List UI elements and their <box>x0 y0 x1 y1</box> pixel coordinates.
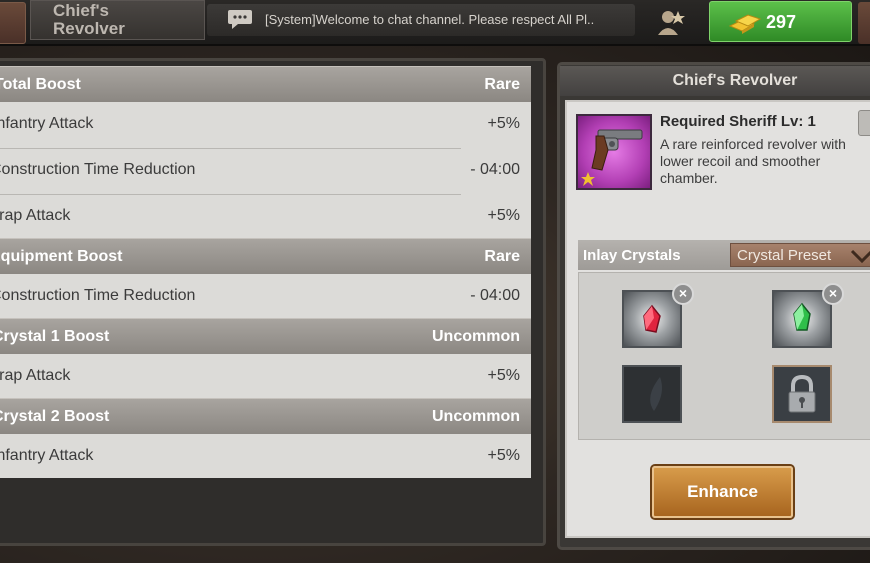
stat-name: Trap Attack <box>0 207 71 224</box>
section-header: Total Boost Rare <box>0 66 531 102</box>
gold-balance-button[interactable]: 297 <box>709 1 852 42</box>
stat-name: Trap Attack <box>0 367 71 384</box>
section-name: Total Boost <box>0 76 81 93</box>
section-header: Equipment Boost Rare <box>0 238 531 274</box>
stat-value: +5% <box>487 447 520 464</box>
section-header: Crystal 1 Boost Uncommon <box>0 318 531 354</box>
required-level: Required Sheriff Lv: 1 <box>660 113 816 130</box>
remove-crystal-1-button[interactable]: × <box>672 283 694 305</box>
stat-row: Trap Attack +5% <box>0 194 531 238</box>
stats-list[interactable]: Total Boost Rare Infantry Attack +5% Con… <box>0 66 531 478</box>
stat-row: Trap Attack +5% <box>0 354 531 398</box>
stat-name: Infantry Attack <box>0 115 94 132</box>
stat-row: Construction Time Reduction - 04:00 <box>0 274 531 318</box>
item-panel-title: Chief's Revolver <box>672 72 798 89</box>
enhance-button[interactable]: Enhance <box>652 466 793 518</box>
chat-bar[interactable]: [System]Welcome to chat channel. Please … <box>207 4 635 36</box>
star-icon <box>581 172 595 186</box>
page-title: Chief's Revolver <box>53 1 125 38</box>
item-description: A rare reinforced revolver with lower re… <box>660 136 846 186</box>
empty-crystal-icon <box>650 377 662 411</box>
red-crystal-icon <box>643 304 661 333</box>
section-rarity: Rare <box>484 76 520 93</box>
section-rarity: Uncommon <box>432 408 520 425</box>
stat-row: Construction Time Reduction - 04:00 <box>0 148 531 194</box>
top-bar: Chief's Revolver [System]Welcome to chat… <box>0 0 870 46</box>
enhance-label: Enhance <box>687 482 758 501</box>
stat-value: +5% <box>487 115 520 132</box>
section-header: Crystal 2 Boost Uncommon <box>0 398 531 434</box>
chevron-down-icon <box>850 249 870 264</box>
stat-name: Construction Time Reduction <box>0 287 196 304</box>
section-name: Crystal 2 Boost <box>0 408 110 425</box>
chat-message: [System]Welcome to chat channel. Please … <box>265 12 595 27</box>
section-name: Crystal 1 Boost <box>0 328 110 345</box>
item-panel-title-bar: Chief's Revolver <box>560 66 870 96</box>
chat-bubble-icon <box>228 10 252 29</box>
stat-value: +5% <box>487 207 520 224</box>
section-rarity: Rare <box>484 248 520 265</box>
info-button[interactable] <box>858 110 870 136</box>
crystal-preset-label: Crystal Preset <box>737 247 832 264</box>
title-box: Chief's Revolver <box>30 0 205 40</box>
stat-value: - 04:00 <box>470 161 520 178</box>
green-crystal-icon <box>793 302 811 331</box>
menu-button[interactable] <box>858 2 870 44</box>
stat-row: Infantry Attack +5% <box>0 434 531 478</box>
gold-bars-icon <box>728 14 762 34</box>
stat-name: Infantry Attack <box>0 447 94 464</box>
crystal-slot-4-locked[interactable] <box>772 365 832 423</box>
gold-amount: 297 <box>766 12 797 32</box>
stat-value: - 04:00 <box>470 287 520 304</box>
padlock-icon <box>788 374 816 413</box>
stat-name: Construction Time Reduction <box>0 161 196 178</box>
inlay-crystals-label: Inlay Crystals <box>583 247 681 264</box>
stat-value: +5% <box>487 367 520 384</box>
section-name: Equipment Boost <box>0 248 123 265</box>
section-rarity: Uncommon <box>432 328 520 345</box>
crystal-slot-3-empty[interactable] <box>622 365 682 423</box>
remove-crystal-2-button[interactable]: × <box>822 283 844 305</box>
crystal-preset-dropdown[interactable]: Crystal Preset <box>730 243 870 267</box>
back-button[interactable] <box>0 2 26 44</box>
rank-icon[interactable] <box>656 9 686 35</box>
revolver-item-icon[interactable] <box>576 114 652 190</box>
stat-row: Infantry Attack +5% <box>0 102 531 148</box>
